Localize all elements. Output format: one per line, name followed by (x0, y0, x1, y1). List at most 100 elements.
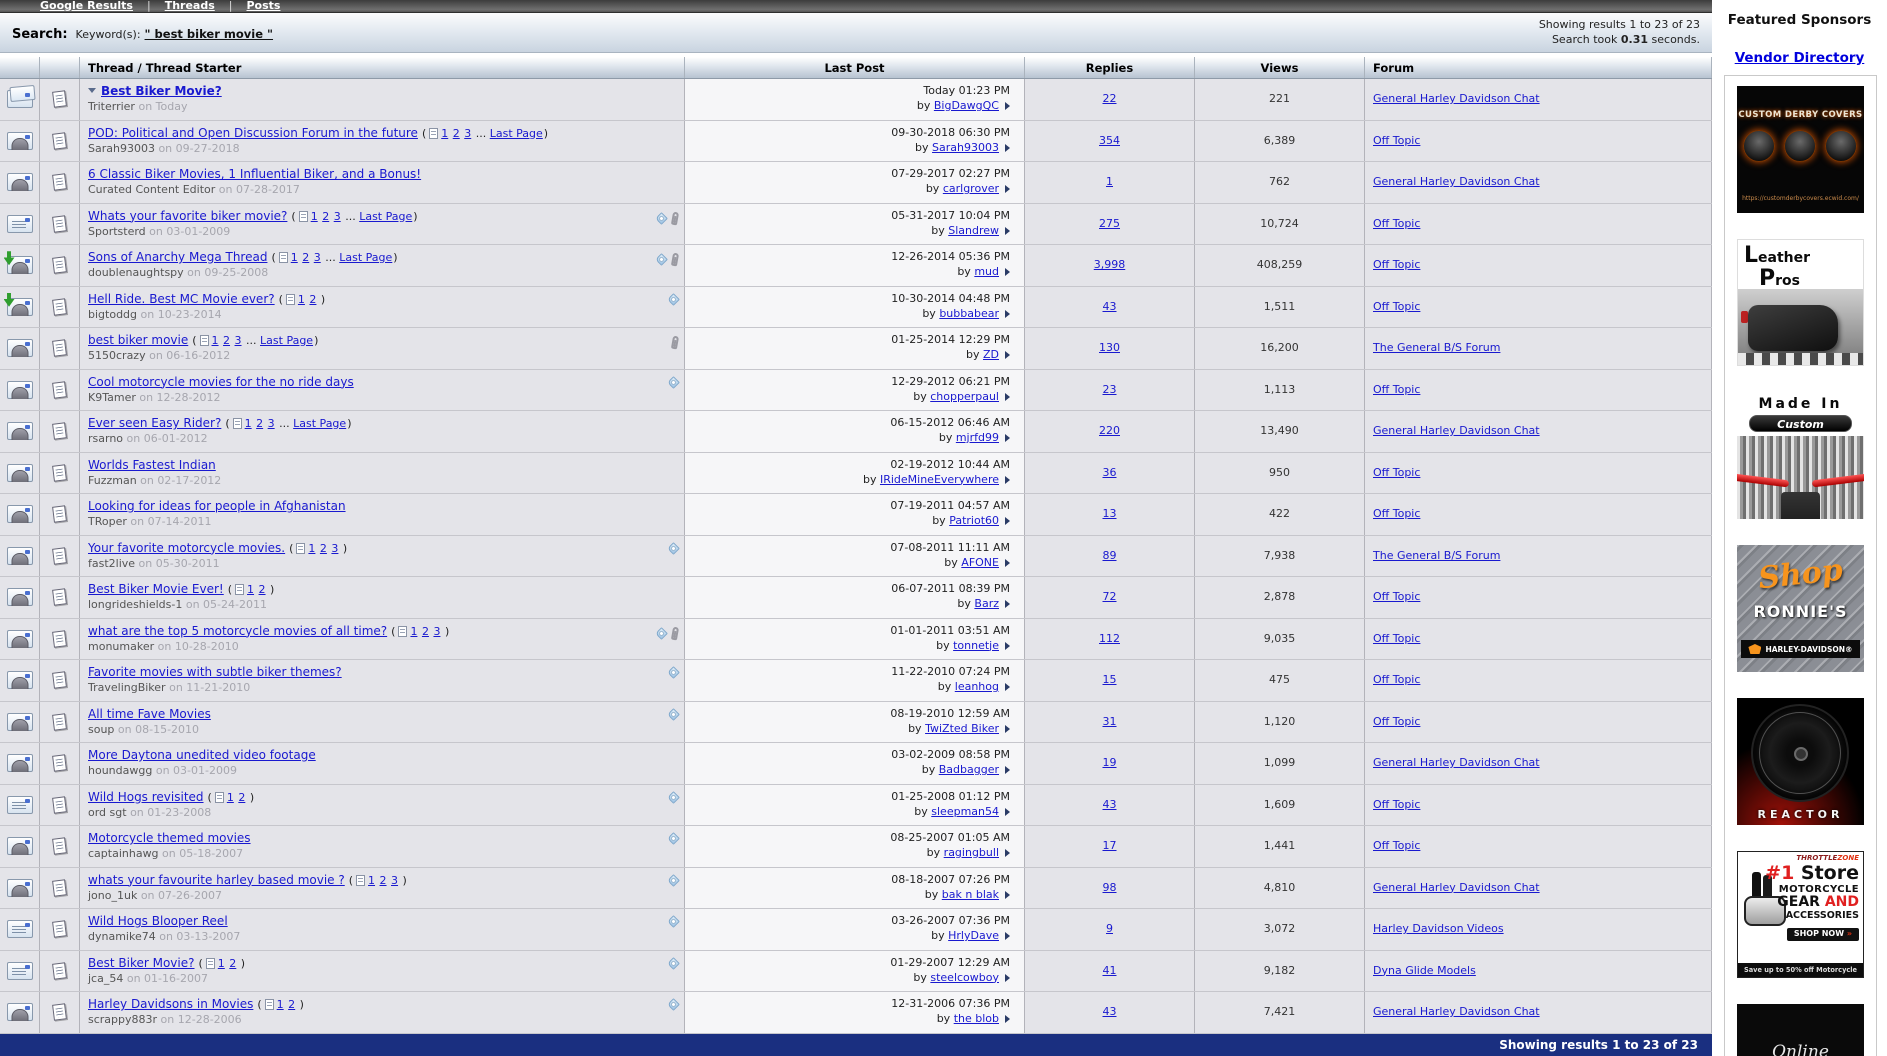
ad-custom-derby-covers[interactable]: CUSTOM DERBY COVERS https://customderbyc… (1737, 86, 1864, 213)
thread-title-link[interactable]: Wild Hogs revisited (88, 790, 204, 804)
last-poster-link[interactable]: carlgrover (943, 182, 999, 195)
go-to-last-post-icon[interactable] (1005, 475, 1010, 484)
last-poster-link[interactable]: steelcowboy (930, 971, 999, 984)
last-page-link[interactable]: Last Page (359, 210, 412, 223)
last-poster-link[interactable]: ragingbull (944, 846, 999, 859)
ad-shop-ronnies-harley-davidson[interactable]: Shop RONNIE'S HARLEY-DAVIDSON® (1737, 545, 1864, 672)
forum-link[interactable]: General Harley Davidson Chat (1373, 424, 1540, 437)
replies-count-link[interactable]: 36 (1103, 466, 1117, 479)
page-number-link[interactable]: 2 (320, 542, 327, 555)
ad-made-in-custom[interactable]: Made In Custom (1737, 392, 1864, 519)
last-poster-link[interactable]: chopperpaul (930, 390, 999, 403)
go-to-last-post-icon[interactable] (1005, 766, 1010, 774)
last-poster-link[interactable]: mud (974, 265, 999, 278)
last-poster-link[interactable]: AFONE (961, 556, 999, 569)
replies-count-link[interactable]: 275 (1099, 217, 1120, 230)
go-to-last-post-icon[interactable] (1005, 849, 1010, 857)
thread-title-link[interactable]: Whats your favorite biker movie? (88, 209, 287, 223)
page-number-link[interactable]: 1 (441, 127, 448, 140)
thread-title-link[interactable]: Harley Davidsons in Movies (88, 997, 253, 1011)
last-page-link[interactable]: Last Page (490, 127, 543, 140)
page-number-link[interactable]: 2 (288, 998, 295, 1011)
go-to-last-post-icon[interactable] (1005, 973, 1010, 982)
replies-count-link[interactable]: 15 (1103, 673, 1117, 686)
page-number-link[interactable]: 2 (238, 791, 245, 804)
last-poster-link[interactable]: tonnetje (953, 639, 999, 652)
forum-link[interactable]: Off Topic (1373, 715, 1420, 728)
page-number-link[interactable]: 1 (291, 251, 298, 264)
page-number-link[interactable]: 1 (311, 210, 318, 223)
go-to-last-post-icon[interactable] (1005, 600, 1010, 608)
page-number-link[interactable]: 1 (298, 293, 305, 306)
page-number-link[interactable]: 2 (380, 874, 387, 887)
forum-link[interactable]: Off Topic (1373, 258, 1420, 271)
page-number-link[interactable]: 1 (227, 791, 234, 804)
last-poster-link[interactable]: Sarah93003 (932, 141, 999, 154)
page-number-link[interactable]: 3 (268, 417, 275, 430)
tab-google-results[interactable]: Google Results (40, 0, 133, 12)
go-to-last-post-icon[interactable] (1005, 1015, 1010, 1023)
page-number-link[interactable]: 1 (245, 417, 252, 430)
replies-count-link[interactable]: 13 (1103, 507, 1117, 520)
replies-count-link[interactable]: 89 (1103, 549, 1117, 562)
forum-link[interactable]: General Harley Davidson Chat (1373, 1005, 1540, 1018)
go-to-last-post-icon[interactable] (1005, 102, 1010, 110)
thread-title-link[interactable]: Cool motorcycle movies for the no ride d… (88, 375, 354, 389)
shop-now-button[interactable]: SHOP NOW » (1786, 927, 1859, 941)
last-page-link[interactable]: Last Page (260, 334, 313, 347)
thread-title-link[interactable]: Best Biker Movie? (88, 956, 195, 970)
page-number-link[interactable]: 2 (259, 583, 266, 596)
page-number-link[interactable]: 2 (223, 334, 230, 347)
page-number-link[interactable]: 2 (309, 293, 316, 306)
forum-link[interactable]: Off Topic (1373, 217, 1420, 230)
forum-link[interactable]: General Harley Davidson Chat (1373, 92, 1540, 105)
last-poster-link[interactable]: bubbabear (939, 307, 999, 320)
forum-link[interactable]: General Harley Davidson Chat (1373, 756, 1540, 769)
replies-count-link[interactable]: 354 (1099, 134, 1120, 147)
replies-count-link[interactable]: 9 (1106, 922, 1113, 935)
ad-reactor-wheel[interactable]: REACTOR (1737, 698, 1864, 825)
forum-link[interactable]: Off Topic (1373, 300, 1420, 313)
page-number-link[interactable]: 1 (368, 874, 375, 887)
page-number-link[interactable]: 1 (410, 625, 417, 638)
last-poster-link[interactable]: TwiZted Biker (925, 722, 999, 735)
forum-link[interactable]: Off Topic (1373, 134, 1420, 147)
replies-count-link[interactable]: 22 (1103, 92, 1117, 105)
forum-link[interactable]: Off Topic (1373, 673, 1420, 686)
go-to-last-post-icon[interactable] (1005, 351, 1010, 359)
go-to-last-post-icon[interactable] (1005, 268, 1010, 276)
forum-link[interactable]: Off Topic (1373, 590, 1420, 603)
go-to-last-post-icon[interactable] (1005, 309, 1010, 318)
tab-threads[interactable]: Threads (165, 0, 215, 12)
go-to-last-post-icon[interactable] (1005, 143, 1010, 152)
last-poster-link[interactable]: the blob (954, 1012, 999, 1025)
forum-link[interactable]: Harley Davidson Videos (1373, 922, 1504, 935)
replies-count-link[interactable]: 43 (1103, 300, 1117, 313)
last-poster-link[interactable]: Badbagger (939, 763, 999, 776)
thread-title-link[interactable]: 6 Classic Biker Movies, 1 Influential Bi… (88, 167, 421, 181)
thread-title-link[interactable]: Sons of Anarchy Mega Thread (88, 250, 267, 264)
thread-title-link[interactable]: Motorcycle themed movies (88, 831, 251, 845)
replies-count-link[interactable]: 43 (1103, 1005, 1117, 1018)
thread-title-link[interactable]: Ever seen Easy Rider? (88, 416, 221, 430)
page-number-link[interactable]: 3 (433, 625, 440, 638)
replies-count-link[interactable]: 17 (1103, 839, 1117, 852)
last-poster-link[interactable]: sleepman54 (931, 805, 999, 818)
replies-count-link[interactable]: 72 (1103, 590, 1117, 603)
thread-title-link[interactable]: Favorite movies with subtle biker themes… (88, 665, 342, 679)
forum-link[interactable]: The General B/S Forum (1373, 341, 1500, 354)
thread-title-link[interactable]: Best Biker Movie? (101, 84, 222, 98)
forum-link[interactable]: General Harley Davidson Chat (1373, 881, 1540, 894)
replies-count-link[interactable]: 130 (1099, 341, 1120, 354)
forum-link[interactable]: Off Topic (1373, 383, 1420, 396)
last-poster-link[interactable]: Patriot60 (949, 514, 999, 527)
replies-count-link[interactable]: 98 (1103, 881, 1117, 894)
page-number-link[interactable]: 3 (391, 874, 398, 887)
page-number-link[interactable]: 2 (229, 957, 236, 970)
vendor-directory-link[interactable]: Vendor Directory (1712, 50, 1887, 66)
thread-title-link[interactable]: whats your favourite harley based movie … (88, 873, 345, 887)
forum-link[interactable]: The General B/S Forum (1373, 549, 1500, 562)
forum-link[interactable]: General Harley Davidson Chat (1373, 175, 1540, 188)
page-number-link[interactable]: 2 (322, 210, 329, 223)
page-number-link[interactable]: 2 (422, 625, 429, 638)
